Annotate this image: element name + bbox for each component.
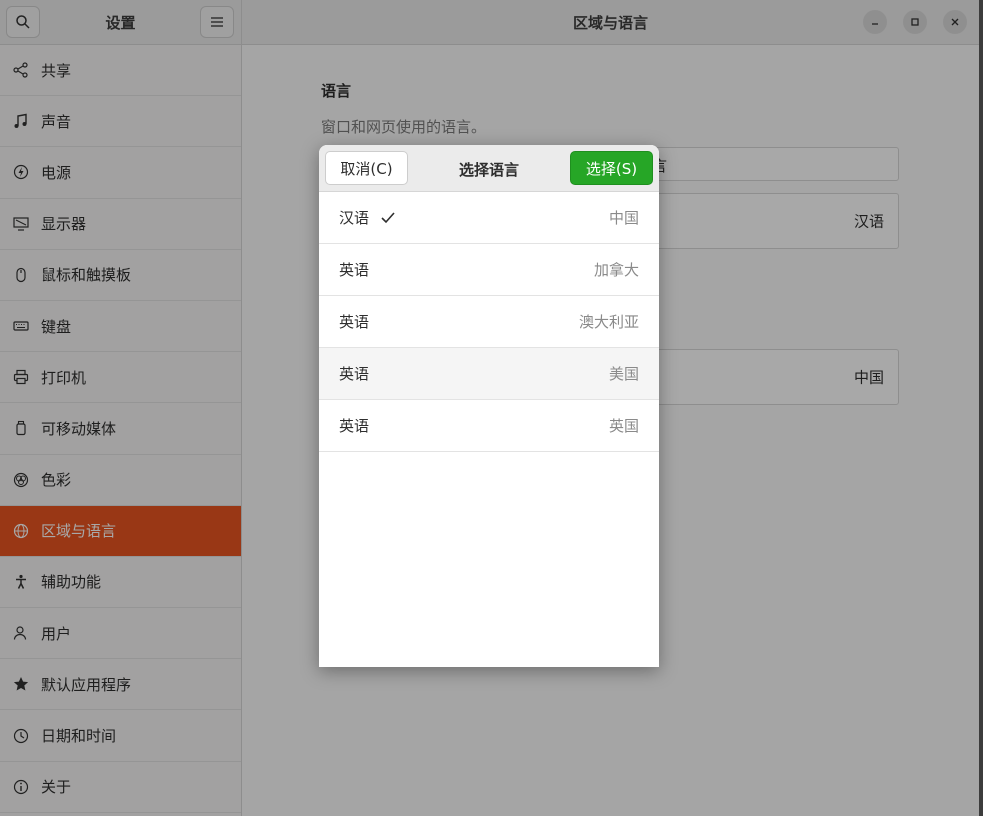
select-language-dialog: 取消(C) 选择语言 选择(S) 汉语 中国 英语 加拿大 英语 澳大利亚 英语… (319, 145, 659, 667)
settings-window: 设置 共享 声音 电源 显示器 鼠标和触摸板 键盘 打印机 可移动媒体 色彩 区… (0, 0, 979, 816)
language-list: 汉语 中国 英语 加拿大 英语 澳大利亚 英语 美国 英语 英国 (319, 192, 659, 452)
language-option-row[interactable]: 英语 澳大利亚 (319, 296, 659, 348)
language-region: 加拿大 (593, 261, 639, 279)
language-name: 英语 (339, 417, 370, 435)
language-option-row[interactable]: 汉语 中国 (319, 192, 659, 244)
select-button[interactable]: 选择(S) (570, 151, 653, 185)
desktop-edge (979, 0, 983, 816)
language-name: 英语 (339, 261, 370, 279)
language-name: 汉语 (339, 209, 370, 227)
language-name: 英语 (339, 365, 370, 383)
language-region: 澳大利亚 (578, 313, 639, 331)
dialog-header: 取消(C) 选择语言 选择(S) (319, 145, 659, 192)
language-region: 中国 (608, 209, 639, 227)
language-option-row[interactable]: 英语 英国 (319, 400, 659, 452)
language-option-row[interactable]: 英语 美国 (319, 348, 659, 400)
checkmark-icon (381, 211, 395, 225)
language-region: 英国 (608, 417, 639, 435)
language-region: 美国 (608, 365, 639, 383)
language-name: 英语 (339, 313, 370, 331)
language-option-row[interactable]: 英语 加拿大 (319, 244, 659, 296)
